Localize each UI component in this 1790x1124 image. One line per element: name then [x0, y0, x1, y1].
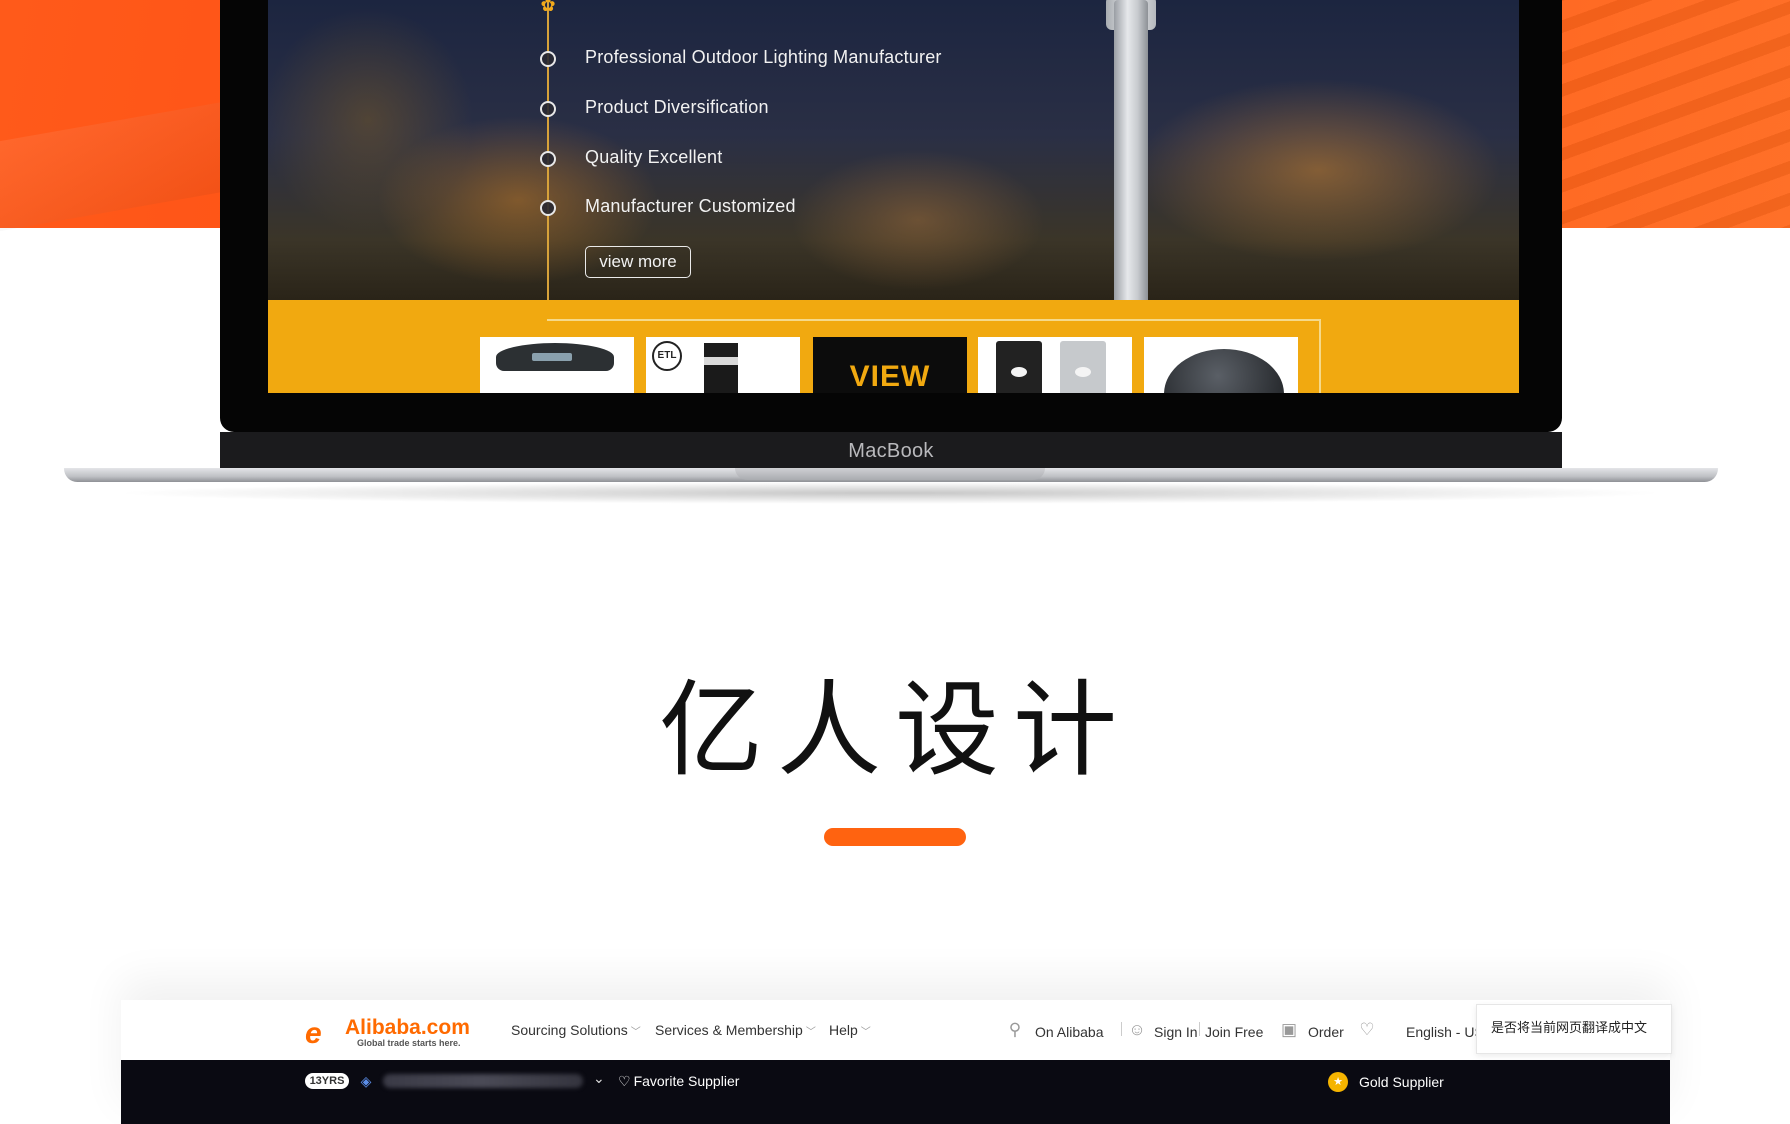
language-selector[interactable]: English - US: [1406, 1022, 1484, 1042]
heart-icon: ♡: [618, 1073, 631, 1089]
product-thumb-dome[interactable]: [1144, 337, 1298, 393]
timeline-connector-end: [1319, 319, 1321, 393]
translate-prompt[interactable]: 是否将当前网页翻译成中文: [1476, 1004, 1672, 1054]
join-free-link[interactable]: Join Free: [1205, 1022, 1263, 1042]
divider: [1199, 1022, 1200, 1036]
order-link[interactable]: Order: [1308, 1022, 1344, 1042]
bulb-icon: ✿: [540, 0, 556, 15]
search-on-alibaba[interactable]: On Alibaba: [1035, 1022, 1104, 1042]
page: ✿ Professional Outdoor Lighting Manufact…: [0, 0, 1790, 1124]
divider: [1121, 1022, 1122, 1036]
brand-title: 亿人设计: [658, 669, 1131, 791]
search-icon[interactable]: ⚲: [1005, 1020, 1025, 1040]
timeline-connector: [547, 319, 1321, 321]
alibaba-logo[interactable]: e Alibaba.com Global trade starts here.: [305, 1016, 495, 1052]
hero-city-background: [268, 0, 1519, 300]
nav-label: Services & Membership: [655, 1022, 803, 1038]
nav-help[interactable]: Help ﹀: [829, 1020, 871, 1043]
dome-light-image: [1164, 349, 1284, 393]
chevron-down-icon[interactable]: ⌄: [593, 1070, 605, 1087]
timeline-dot: [540, 51, 556, 67]
laptop-shadow: [110, 482, 1670, 504]
order-icon: ▣: [1280, 1020, 1298, 1039]
timeline-dot: [540, 200, 556, 216]
years-badge: 13YRS: [305, 1073, 349, 1089]
alibaba-tagline: Global trade starts here.: [357, 1038, 461, 1048]
verified-icon: ◈: [360, 1073, 372, 1089]
nav-services-membership[interactable]: Services & Membership ﹀: [655, 1020, 816, 1043]
etl-badge: ETL: [652, 341, 682, 371]
nav-label: Help: [829, 1022, 858, 1038]
feature-item: Product Diversification: [585, 97, 769, 117]
gold-supplier-label: Gold Supplier: [1359, 1074, 1444, 1090]
feature-item: Professional Outdoor Lighting Manufactur…: [585, 47, 942, 67]
bollard-image: [704, 343, 738, 393]
gold-medal-icon: ★: [1328, 1072, 1348, 1092]
product-thumb-bollard[interactable]: ETL: [646, 337, 800, 393]
alibaba-top-bar: e Alibaba.com Global trade starts here. …: [121, 1000, 1672, 1060]
lamp-pole: [1114, 0, 1148, 300]
laptop-bottom-bezel: MacBook: [220, 432, 1562, 470]
feature-item: Manufacturer Customized: [585, 196, 796, 216]
laptop-notch: [735, 468, 1045, 480]
accent-divider: [824, 828, 966, 846]
wall-light-silver-image: [1060, 341, 1106, 393]
streetlight-image: [496, 343, 614, 371]
feature-item: Quality Excellent: [585, 147, 723, 167]
heart-icon[interactable]: ♡: [1357, 1020, 1377, 1040]
timeline-dot: [540, 101, 556, 117]
nav-label: Sourcing Solutions: [511, 1022, 628, 1038]
chevron-down-icon: ﹀: [630, 1027, 641, 1038]
user-icon: ☺: [1128, 1020, 1146, 1039]
alibaba-logo-text: Alibaba.com: [345, 1016, 470, 1039]
chevron-down-icon: ﹀: [805, 1027, 816, 1038]
view-thumb-button[interactable]: VIEW: [813, 337, 967, 393]
chevron-down-icon: ﹀: [860, 1027, 871, 1038]
alibaba-logo-mark: e: [305, 1017, 322, 1050]
favorite-label: Favorite Supplier: [633, 1073, 740, 1089]
view-more-button[interactable]: view more: [585, 246, 691, 278]
timeline-dot: [540, 151, 556, 167]
macbook-label: MacBook: [848, 440, 934, 462]
product-thumb-wall-light[interactable]: [978, 337, 1132, 393]
sign-in-link[interactable]: Sign In: [1154, 1022, 1198, 1042]
supplier-bar: 13YRS ◈ ⌄ ♡ Favorite Supplier ★ Gold Supp…: [121, 1060, 1670, 1124]
alibaba-header-preview: e Alibaba.com Global trade starts here. …: [121, 1000, 1672, 1124]
backdrop-stripe-left: [0, 98, 240, 232]
laptop-screen: ✿ Professional Outdoor Lighting Manufact…: [268, 0, 1519, 393]
product-thumb-streetlight[interactable]: [480, 337, 634, 393]
favorite-supplier-button[interactable]: ♡ Favorite Supplier: [618, 1071, 739, 1091]
nav-sourcing-solutions[interactable]: Sourcing Solutions ﹀: [511, 1020, 641, 1043]
company-name-blurred[interactable]: [383, 1074, 583, 1088]
backdrop-stripe-right: [1530, 0, 1790, 228]
wall-light-dark-image: [996, 341, 1042, 393]
